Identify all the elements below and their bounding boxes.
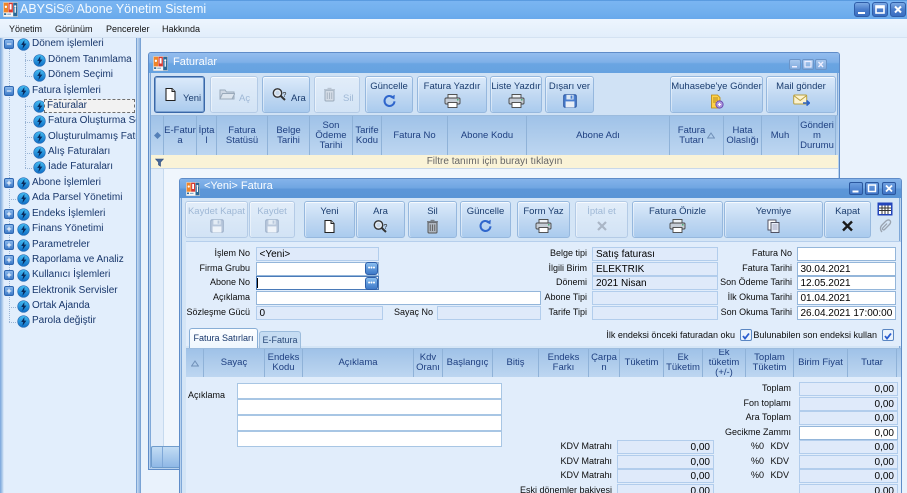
svg-text:?: ? bbox=[384, 224, 388, 231]
svg-text:?: ? bbox=[283, 92, 287, 99]
